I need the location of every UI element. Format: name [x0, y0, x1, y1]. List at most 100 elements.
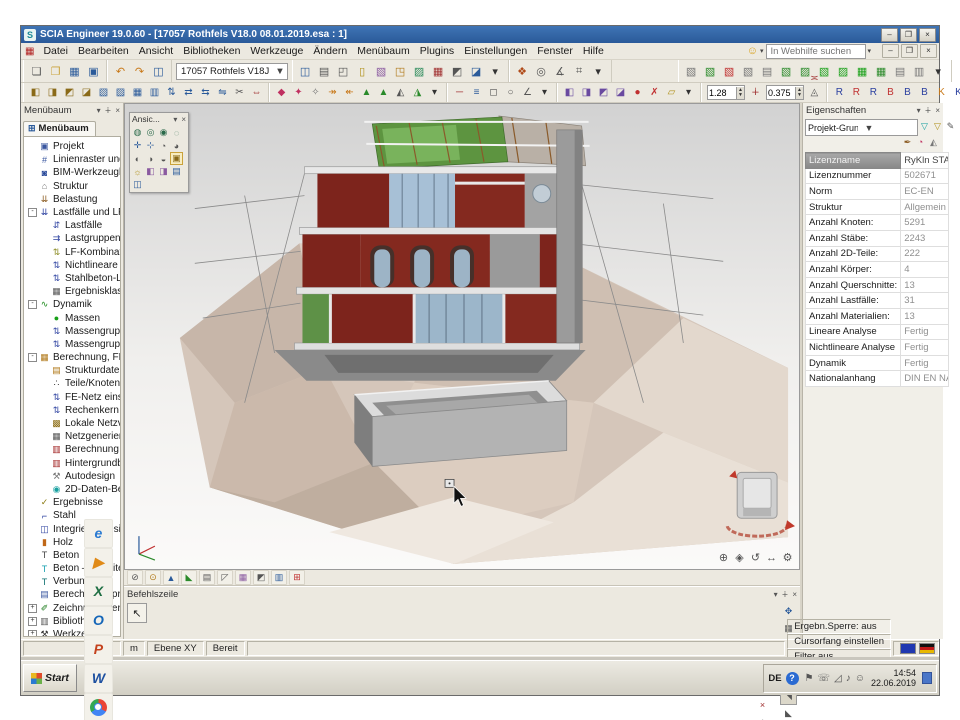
tree-expander[interactable]: - — [28, 208, 37, 217]
record-icon[interactable]: ● — [630, 86, 645, 100]
clip-box-icon[interactable]: ◫ — [131, 178, 144, 191]
result-icon[interactable]: B — [883, 86, 898, 100]
panel-menu-icon[interactable]: ▾ — [774, 590, 778, 599]
close-icon[interactable]: × — [935, 106, 940, 115]
view-axis-icon[interactable]: ✛ — [131, 139, 144, 152]
zoom-selection-icon[interactable]: ◎ — [533, 63, 550, 79]
brush-icon[interactable]: ✒ — [901, 136, 914, 148]
status-segment[interactable]: Ergebn.Sperre: aus — [787, 619, 891, 634]
tray-graphics-icon[interactable]: ◿ — [834, 673, 842, 684]
layer-icon[interactable]: ▱ — [664, 86, 679, 100]
viewport-tool-icon[interactable]: ◣ — [181, 570, 197, 585]
show-desktop-button[interactable] — [922, 672, 932, 684]
restore-button[interactable]: ❐ — [900, 28, 917, 42]
tree-item[interactable]: ⇵ Lastfälle — [24, 219, 120, 232]
modeling-icon[interactable]: ▨ — [113, 86, 128, 100]
tree-item[interactable]: ◉ 2D-Daten-Betrachte — [24, 483, 120, 496]
tree-item[interactable]: ◙ BIM-Werkzeugkasten — [24, 166, 120, 179]
view-preset-icon[interactable]: ▦ — [854, 63, 871, 79]
property-row[interactable]: Lineare Analyse Fertig — [806, 324, 949, 340]
gallery-icon[interactable]: ▧ — [373, 63, 390, 79]
property-row[interactable]: Struktur Allgemein XYZ — [806, 199, 949, 215]
node-icon[interactable]: ◆ — [274, 86, 289, 100]
fit-view-icon[interactable]: ↔ — [764, 550, 779, 565]
chevron-down-icon[interactable]: ▾ — [867, 47, 871, 55]
clip-box-icon[interactable]: ▤ — [170, 165, 183, 178]
tree-item[interactable]: # Linienraster und Gescho — [24, 153, 120, 166]
scale-spinner-1[interactable]: ▲▼ — [707, 85, 745, 100]
result-icon[interactable]: R — [866, 86, 881, 100]
property-type-combobox[interactable]: Projekt-Grunddaten (1) ▼ — [805, 119, 918, 136]
view-rotate-icon[interactable]: ◌ — [170, 126, 183, 139]
scale-spinner-2[interactable]: ▲▼ — [766, 85, 804, 100]
filter-icon[interactable]: ▽ — [918, 121, 931, 133]
modeling-icon[interactable]: ⇋ — [215, 86, 230, 100]
result-icon[interactable]: R — [849, 86, 864, 100]
document-icon[interactable]: ▯ — [354, 63, 371, 79]
tree-item[interactable]: ▩ Lokale Netzverdichtu — [24, 417, 120, 430]
view-preset-icon[interactable]: ▧ — [778, 63, 795, 79]
viewport-tool-icon[interactable]: ⊙ — [145, 570, 161, 585]
render-mode-icon[interactable]: ▣ — [170, 152, 183, 165]
dropdown-caret-icon[interactable]: ▾ — [427, 86, 442, 100]
dropdown-caret-icon[interactable]: ▾ — [590, 63, 607, 79]
menu-item[interactable]: Plugins — [415, 45, 459, 57]
3d-scene[interactable] — [125, 104, 799, 569]
viewport-tool-icon[interactable]: ◩ — [253, 570, 269, 585]
image-icon[interactable]: ▨ — [411, 63, 428, 79]
chevron-down-icon[interactable]: ▾ — [760, 47, 764, 55]
dropdown-caret-icon[interactable]: ▾ — [930, 63, 947, 79]
tree-item[interactable]: ▥ Berechnung — [24, 443, 120, 456]
scale-input-2[interactable] — [767, 88, 795, 98]
support-icon[interactable]: ✧ — [308, 86, 323, 100]
menu-item[interactable]: Bibliotheken — [178, 45, 245, 57]
window-icon[interactable]: ◪ — [613, 86, 628, 100]
rectangle-icon[interactable]: ◻ — [486, 86, 501, 100]
panel-menu-icon[interactable]: ▾ — [97, 106, 101, 115]
scale-link-icon[interactable]: ≍ — [807, 72, 822, 86]
modeling-icon[interactable]: ⇄ — [181, 86, 196, 100]
scale-link-icon[interactable]: ∔ — [748, 86, 763, 100]
window-icon[interactable]: ◨ — [579, 86, 594, 100]
parallel-icon[interactable]: ≡ — [469, 86, 484, 100]
redo-icon[interactable]: ↷ — [131, 63, 148, 79]
modeling-icon[interactable]: ▧ — [96, 86, 111, 100]
ie-icon[interactable]: e — [84, 519, 113, 548]
snap-mode-icon[interactable]: ✥ — [780, 603, 797, 620]
tree-expander[interactable]: + — [28, 604, 37, 613]
tree-item[interactable]: ∴ Teile/Knoten koppeln — [24, 377, 120, 390]
view-rotate-icon[interactable]: ◍ — [131, 126, 144, 139]
property-row[interactable]: Anzahl Querschnitte: 13 — [806, 277, 949, 293]
calculator-icon[interactable]: ◫ — [150, 63, 167, 79]
tree-item[interactable]: ⇅ Rechenkern einstelle — [24, 404, 120, 417]
tree-item[interactable]: ⇅ Massengruppen-Kon — [24, 338, 120, 351]
view-preset-icon[interactable]: ▤ — [759, 63, 776, 79]
menu-item[interactable]: Datei — [38, 45, 73, 57]
property-row[interactable]: Nationalanhang DIN EN NA (D... — [806, 371, 949, 387]
light-icon[interactable]: ☼ — [131, 165, 144, 178]
close-icon[interactable]: × — [792, 590, 797, 599]
viewport-tool-icon[interactable]: ⊞ — [289, 570, 305, 585]
coordinates-icon[interactable]: ⌗ — [571, 63, 588, 79]
pin-icon[interactable]: ∔ — [105, 106, 112, 115]
viewport-tool-icon[interactable]: ◸ — [217, 570, 233, 585]
modeling-icon[interactable]: ◨ — [45, 86, 60, 100]
tree-expander[interactable]: + — [28, 630, 37, 637]
tree-item[interactable]: ⇉ Lastgruppen — [24, 232, 120, 245]
zoom-in-icon[interactable]: ◔ — [157, 139, 170, 152]
modeling-icon[interactable]: ⇅ — [164, 86, 179, 100]
3d-viewport[interactable]: Ansic... ▾ × ◍◎◉◌✛⊹◔◕◐◑◒▣☼◧◨▤◫ ⊕◈↺↔⚙ — [124, 103, 800, 570]
tree-item[interactable]: ⇅ Massengruppen — [24, 325, 120, 338]
tree-item[interactable]: - ⇊ Lastfälle und LF-Kombin — [24, 206, 120, 219]
outlook-icon[interactable]: O — [84, 606, 113, 635]
modeling-icon[interactable]: ◪ — [79, 86, 94, 100]
tree-item[interactable]: ▣ Projekt — [24, 140, 120, 153]
stretch-icon[interactable]: ⇔ — [249, 86, 264, 100]
result-icon[interactable]: R — [832, 86, 847, 100]
view-preset-icon[interactable]: ▦ — [873, 63, 890, 79]
filter-edit-icon[interactable]: ▽ — [931, 121, 944, 133]
circle-icon[interactable]: ○ — [503, 86, 518, 100]
result-icon[interactable]: K — [951, 86, 960, 100]
zoom-icon[interactable]: ⊕ — [716, 550, 731, 565]
shaded-view-icon[interactable]: ◈ — [732, 550, 747, 565]
